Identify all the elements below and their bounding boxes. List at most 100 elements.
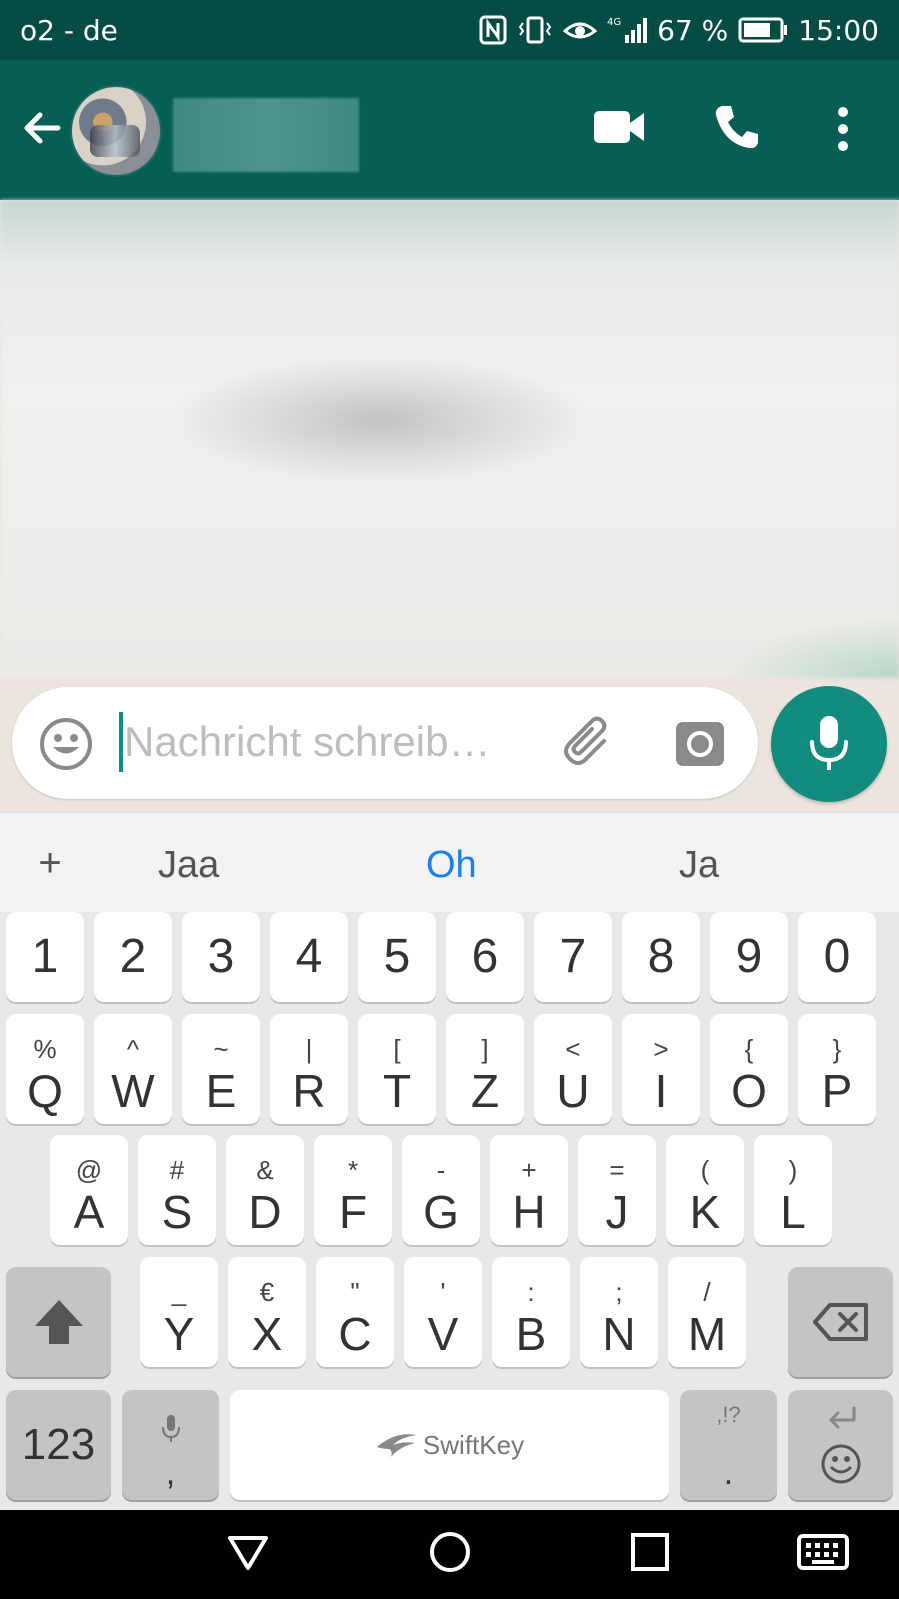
comma-key[interactable]: , bbox=[122, 1390, 219, 1500]
key-label: G bbox=[423, 1186, 459, 1238]
key-a[interactable]: @ A bbox=[50, 1135, 128, 1245]
camera-icon[interactable] bbox=[674, 718, 726, 768]
period-key[interactable]: ,!? . bbox=[680, 1390, 777, 1500]
backspace-key[interactable] bbox=[788, 1267, 893, 1377]
emoji-icon[interactable] bbox=[38, 716, 94, 772]
key-secondary-symbol: : bbox=[527, 1277, 535, 1307]
key-8[interactable]: 8 bbox=[622, 912, 700, 1002]
key-label: 7 bbox=[559, 930, 587, 983]
nfc-icon bbox=[479, 15, 507, 45]
nav-back-icon[interactable] bbox=[226, 1530, 270, 1574]
key-secondary-symbol: ; bbox=[615, 1277, 623, 1307]
comma-key-label: , bbox=[165, 1454, 176, 1492]
key-secondary-symbol: [ bbox=[393, 1034, 401, 1064]
key-7[interactable]: 7 bbox=[534, 912, 612, 1002]
key-y[interactable]: _ Y bbox=[140, 1257, 218, 1367]
key-label: 9 bbox=[735, 930, 763, 983]
voice-record-button[interactable] bbox=[771, 686, 887, 802]
key-o[interactable]: {O bbox=[710, 1014, 788, 1124]
key-f[interactable]: * F bbox=[314, 1135, 392, 1245]
emoji-key-icon bbox=[821, 1444, 860, 1483]
key-n[interactable]: ; N bbox=[580, 1257, 658, 1367]
key-d[interactable]: & D bbox=[226, 1135, 304, 1245]
key-5[interactable]: 5 bbox=[358, 912, 436, 1002]
key-p[interactable]: } P bbox=[798, 1014, 876, 1124]
key-s[interactable]: # S bbox=[138, 1135, 216, 1245]
enter-icon bbox=[829, 1406, 855, 1428]
key-secondary-symbol: ' bbox=[440, 1277, 446, 1307]
backspace-icon bbox=[812, 1303, 868, 1341]
symbols-key[interactable]: 123 bbox=[6, 1390, 111, 1500]
keyboard-switch-icon[interactable] bbox=[796, 1530, 850, 1574]
key-e[interactable]: ~ E bbox=[182, 1014, 260, 1124]
video-call-icon[interactable] bbox=[592, 105, 646, 149]
suggestion-bar: + Jaa Oh Ja bbox=[0, 812, 899, 913]
key-2[interactable]: 2 bbox=[94, 912, 172, 1002]
key-secondary-symbol: | bbox=[305, 1034, 313, 1064]
toolbar-expand-button[interactable]: + bbox=[30, 843, 70, 883]
key-secondary-symbol: # bbox=[169, 1155, 185, 1185]
key-w[interactable]: ^ W bbox=[94, 1014, 172, 1124]
status-bar: o2 - de 4G 67 % 15:00 bbox=[0, 0, 899, 60]
paperclip-icon[interactable] bbox=[560, 715, 618, 773]
contact-name-redacted[interactable] bbox=[173, 98, 359, 172]
key-j[interactable]: = J bbox=[578, 1135, 656, 1245]
key-secondary-symbol: / bbox=[703, 1277, 711, 1307]
key-i[interactable]: > I bbox=[622, 1014, 700, 1124]
key-t[interactable]: [T bbox=[358, 1014, 436, 1124]
key-h[interactable]: + H bbox=[490, 1135, 568, 1245]
key-v[interactable]: ' V bbox=[404, 1257, 482, 1367]
key-secondary-symbol: + bbox=[521, 1155, 537, 1185]
shift-key[interactable] bbox=[6, 1267, 111, 1377]
key-label: Q bbox=[27, 1065, 63, 1117]
key-9[interactable]: 9 bbox=[710, 912, 788, 1002]
suggestion-center[interactable]: Oh bbox=[426, 843, 477, 887]
key-label: C bbox=[338, 1308, 372, 1360]
key-secondary-symbol: ~ bbox=[213, 1034, 229, 1064]
key-c[interactable]: " C bbox=[316, 1257, 394, 1367]
space-key[interactable]: SwiftKey bbox=[230, 1390, 669, 1500]
period-key-label: . bbox=[723, 1454, 734, 1492]
key-label: N bbox=[602, 1308, 636, 1360]
key-4[interactable]: 4 bbox=[270, 912, 348, 1002]
key-secondary-symbol: ] bbox=[481, 1034, 489, 1064]
message-input[interactable] bbox=[120, 709, 524, 775]
suggestion-right[interactable]: Ja bbox=[679, 843, 719, 887]
key-g[interactable]: -G bbox=[402, 1135, 480, 1245]
key-k[interactable]: (K bbox=[666, 1135, 744, 1245]
suggestion-left[interactable]: Jaa bbox=[158, 843, 219, 887]
key-secondary-symbol: * bbox=[347, 1155, 359, 1185]
enter-emoji-key[interactable] bbox=[788, 1390, 893, 1500]
key-3[interactable]: 3 bbox=[182, 912, 260, 1002]
key-m[interactable]: / M bbox=[668, 1257, 746, 1367]
key-u[interactable]: < U bbox=[534, 1014, 612, 1124]
nav-recents-icon[interactable] bbox=[628, 1530, 672, 1574]
symbols-key-label: 123 bbox=[21, 1420, 96, 1469]
key-label: T bbox=[382, 1065, 412, 1117]
key-label: F bbox=[338, 1186, 368, 1238]
key-r[interactable]: | R bbox=[270, 1014, 348, 1124]
key-label: L bbox=[780, 1186, 806, 1238]
back-arrow-icon[interactable] bbox=[18, 104, 66, 152]
key-label: I bbox=[654, 1065, 668, 1117]
key-secondary-symbol: & bbox=[256, 1155, 274, 1185]
clock: 15:00 bbox=[798, 13, 879, 47]
key-z[interactable]: ] Z bbox=[446, 1014, 524, 1124]
phone-icon[interactable] bbox=[712, 102, 762, 152]
key-secondary-symbol: " bbox=[350, 1277, 360, 1307]
key-secondary-symbol: ^ bbox=[126, 1034, 140, 1064]
key-6[interactable]: 6 bbox=[446, 912, 524, 1002]
key-1[interactable]: 1 bbox=[6, 912, 84, 1002]
message-composer bbox=[12, 687, 758, 799]
key-l[interactable]: ) L bbox=[754, 1135, 832, 1245]
key-b[interactable]: :B bbox=[492, 1257, 570, 1367]
key-q[interactable]: % Q bbox=[6, 1014, 84, 1124]
key-x[interactable]: € X bbox=[228, 1257, 306, 1367]
nav-home-icon[interactable] bbox=[428, 1530, 472, 1574]
key-label: E bbox=[205, 1065, 237, 1117]
more-vert-icon[interactable] bbox=[828, 100, 858, 160]
signal-icon: 4G bbox=[607, 17, 648, 43]
key-secondary-symbol: @ bbox=[75, 1155, 103, 1185]
key-0[interactable]: 0 bbox=[798, 912, 876, 1002]
contact-avatar[interactable] bbox=[70, 85, 162, 177]
